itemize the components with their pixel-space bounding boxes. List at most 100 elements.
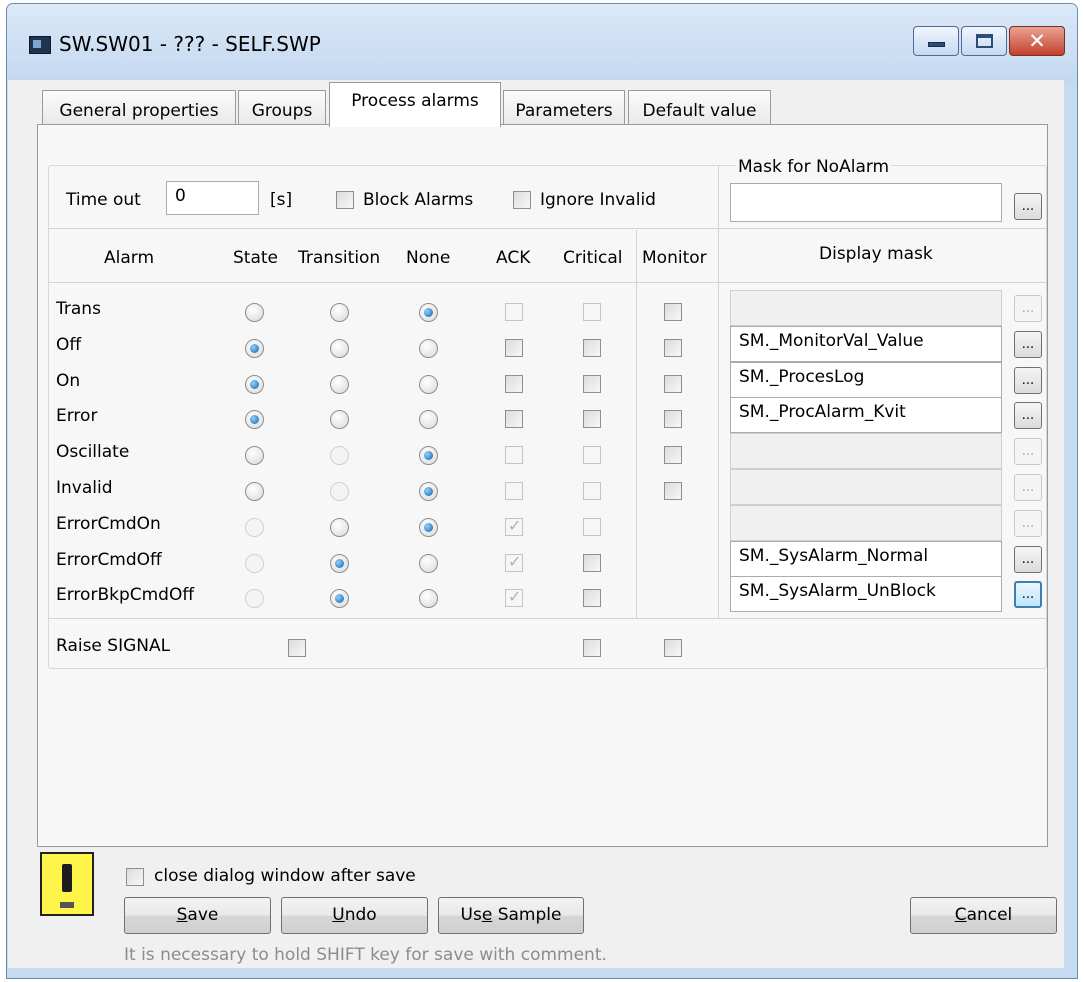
critical-checkbox-errorcmdoff[interactable] xyxy=(583,554,601,572)
display-mask-input-off[interactable]: SM._MonitorVal_Value xyxy=(730,326,1002,362)
column-header-ack: ACK xyxy=(496,248,531,268)
state-radio-on[interactable] xyxy=(245,375,264,394)
tab-label: Process alarms xyxy=(351,91,479,111)
display-mask-input-on[interactable]: SM._ProcesLog xyxy=(730,362,1002,398)
check-icon: ✓ xyxy=(508,516,522,535)
label-part: Sample xyxy=(492,905,562,925)
separator xyxy=(636,230,637,618)
close-after-save-checkbox[interactable] xyxy=(126,868,144,886)
mask-noalarm-input[interactable] xyxy=(730,183,1002,222)
undo-button[interactable]: Undo xyxy=(281,897,428,934)
state-radio-error[interactable] xyxy=(245,410,264,429)
transition-radio-on[interactable] xyxy=(330,375,349,394)
tab-general-properties[interactable]: General properties xyxy=(42,90,236,126)
state-radio-off[interactable] xyxy=(245,339,264,358)
timeout-input[interactable]: 0 xyxy=(166,181,259,215)
column-header-alarm: Alarm xyxy=(104,248,155,268)
monitor-checkbox-invalid[interactable] xyxy=(664,482,682,500)
raise-signal-critical-checkbox[interactable] xyxy=(583,639,601,657)
transition-radio-error[interactable] xyxy=(330,410,349,429)
display-mask-browse-button-errorbkpcmdoff[interactable]: ... xyxy=(1014,581,1042,608)
display-mask-browse-button-on[interactable]: ... xyxy=(1014,367,1042,394)
none-radio-off[interactable] xyxy=(419,339,438,358)
ack-checkbox-errorbkpcmdoff: ✓ xyxy=(505,587,523,607)
critical-checkbox-error[interactable] xyxy=(583,410,601,428)
none-radio-errorcmdoff[interactable] xyxy=(419,554,438,573)
maximize-icon xyxy=(976,34,993,48)
tab-default-value[interactable]: Default value xyxy=(628,90,771,126)
alarm-name-oscillate: Oscillate xyxy=(56,442,130,462)
ack-checkbox-trans xyxy=(505,303,523,321)
monitor-checkbox-on[interactable] xyxy=(664,375,682,393)
display-mask-input-errorcmdon xyxy=(730,505,1002,541)
ack-checkbox-on[interactable] xyxy=(505,375,523,393)
critical-checkbox-on[interactable] xyxy=(583,375,601,393)
display-mask-browse-button-errorcmdoff[interactable]: ... xyxy=(1014,546,1042,573)
alarm-name-error: Error xyxy=(56,406,98,426)
display-mask-input-invalid xyxy=(730,469,1002,505)
tab-groups[interactable]: Groups xyxy=(238,90,326,126)
transition-radio-errorcmdon[interactable] xyxy=(330,518,349,537)
critical-checkbox-errorbkpcmdoff[interactable] xyxy=(583,589,601,607)
check-icon: ✓ xyxy=(508,587,522,606)
column-header-state: State xyxy=(233,248,278,268)
transition-radio-errorbkpcmdoff[interactable] xyxy=(330,589,349,608)
close-icon: ✕ xyxy=(1028,29,1046,53)
maximize-button[interactable] xyxy=(961,26,1007,56)
state-radio-errorcmdoff xyxy=(245,554,264,573)
none-radio-errorbkpcmdoff[interactable] xyxy=(419,589,438,608)
tab-parameters[interactable]: Parameters xyxy=(503,90,625,126)
display-mask-input-error[interactable]: SM._ProcAlarm_Kvit xyxy=(730,397,1002,433)
raise-signal-checkbox[interactable] xyxy=(288,639,306,657)
use-sample-button[interactable]: Use Sample xyxy=(438,897,584,934)
none-radio-on[interactable] xyxy=(419,375,438,394)
transition-radio-off[interactable] xyxy=(330,339,349,358)
alarm-name-trans: Trans xyxy=(56,299,101,319)
close-after-save-label: close dialog window after save xyxy=(154,866,416,886)
display-mask-input-errorbkpcmdoff[interactable]: SM._SysAlarm_UnBlock xyxy=(730,576,1002,612)
monitor-checkbox-error[interactable] xyxy=(664,410,682,428)
monitor-checkbox-oscillate[interactable] xyxy=(664,446,682,464)
ack-checkbox-error[interactable] xyxy=(505,410,523,428)
check-icon: ✓ xyxy=(508,552,522,571)
label-part: ave xyxy=(187,905,219,925)
none-radio-errorcmdon[interactable] xyxy=(419,518,438,537)
minimize-button[interactable] xyxy=(913,26,959,56)
label-part: ancel xyxy=(966,905,1013,925)
critical-checkbox-off[interactable] xyxy=(583,339,601,357)
mask-noalarm-browse-button[interactable]: ... xyxy=(1014,193,1042,220)
monitor-checkbox-off[interactable] xyxy=(664,339,682,357)
none-radio-trans[interactable] xyxy=(419,303,438,322)
none-radio-invalid[interactable] xyxy=(419,482,438,501)
close-button[interactable]: ✕ xyxy=(1009,26,1065,56)
alarm-name-errorcmdoff: ErrorCmdOff xyxy=(56,550,162,570)
timeout-label: Time out xyxy=(66,190,141,210)
transition-radio-trans[interactable] xyxy=(330,303,349,322)
ack-checkbox-errorcmdon: ✓ xyxy=(505,516,523,536)
monitor-checkbox-trans[interactable] xyxy=(664,303,682,321)
state-radio-trans[interactable] xyxy=(245,303,264,322)
display-mask-browse-button-off[interactable]: ... xyxy=(1014,331,1042,358)
block-alarms-checkbox[interactable] xyxy=(336,191,354,209)
alarm-name-errorbkpcmdoff: ErrorBkpCmdOff xyxy=(56,585,195,605)
state-radio-invalid[interactable] xyxy=(245,482,264,501)
display-mask-browse-button-errorcmdon: ... xyxy=(1014,510,1042,537)
none-radio-error[interactable] xyxy=(419,410,438,429)
tab-process-alarms[interactable]: Process alarms xyxy=(329,82,501,127)
raise-signal-monitor-checkbox[interactable] xyxy=(664,639,682,657)
none-radio-oscillate[interactable] xyxy=(419,446,438,465)
state-radio-errorcmdon xyxy=(245,518,264,537)
ack-checkbox-errorcmdoff: ✓ xyxy=(505,552,523,572)
cancel-button[interactable]: Cancel xyxy=(910,897,1057,934)
state-radio-errorbkpcmdoff xyxy=(245,589,264,608)
ack-checkbox-off[interactable] xyxy=(505,339,523,357)
display-mask-browse-button-error[interactable]: ... xyxy=(1014,402,1042,429)
save-button[interactable]: Save xyxy=(124,897,271,934)
title-bar[interactable]: SW.SW01 - ??? - SELF.SWP ✕ xyxy=(7,4,1077,84)
timeout-unit: [s] xyxy=(270,190,293,210)
state-radio-oscillate[interactable] xyxy=(245,446,264,465)
transition-radio-errorcmdoff[interactable] xyxy=(330,554,349,573)
ignore-invalid-checkbox[interactable] xyxy=(513,191,531,209)
display-mask-input-errorcmdoff[interactable]: SM._SysAlarm_Normal xyxy=(730,541,1002,577)
block-alarms-label: Block Alarms xyxy=(363,190,474,210)
